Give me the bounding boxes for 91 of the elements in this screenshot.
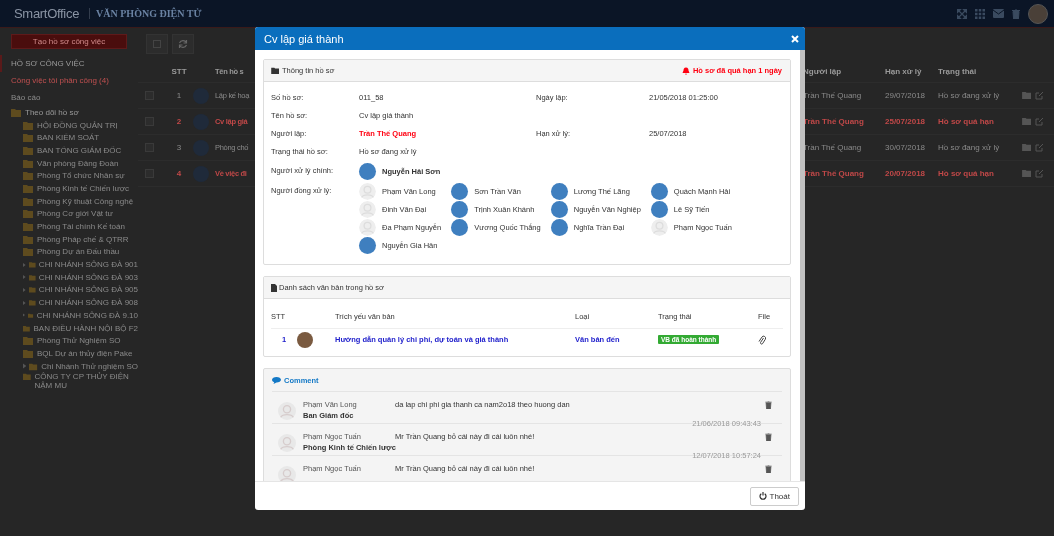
tree-item[interactable]: Văn phòng Đảng Đoàn xyxy=(0,156,138,170)
table-cell-text: 3 xyxy=(175,143,183,152)
bell-icon xyxy=(681,66,690,75)
tree-item[interactable]: Phòng Kinh tế Chiến lược xyxy=(0,182,138,195)
app-title: VĂN PHÒNG ĐIỆN TỬ xyxy=(89,8,202,19)
folder-icon xyxy=(23,234,34,244)
folder-icon xyxy=(23,336,34,346)
table-cell-text: Hồ sơ đang xử lý xyxy=(938,91,1001,100)
table-cell-text: 25/07/2018 xyxy=(885,117,927,126)
tree-item[interactable]: CHI NHÁNH SÔNG ĐÀ 903 xyxy=(0,270,138,284)
folder-icon xyxy=(23,171,34,181)
folder-icon xyxy=(271,67,280,74)
folder-icon xyxy=(23,145,34,155)
scrollbar[interactable] xyxy=(800,50,805,481)
folder-icon xyxy=(23,222,34,232)
tree-item[interactable]: Phòng Cơ giới Vật tư xyxy=(0,207,138,221)
tree-item[interactable]: BQL Dự án thủy điện Pake xyxy=(0,347,138,360)
paperclip-icon[interactable] xyxy=(758,334,766,345)
dialog-title: Cv lập giá thành xyxy=(264,32,344,45)
tree-item[interactable]: Phòng Tổ chức Nhân sự xyxy=(0,169,138,183)
folder-icon[interactable] xyxy=(1022,169,1032,177)
tree-item[interactable]: BAN ĐIỀU HÀNH NỘI BỘ F2 xyxy=(0,321,138,335)
silhouette-icon xyxy=(278,434,296,452)
folder-icon xyxy=(23,209,34,219)
table-cell-text: 4 xyxy=(175,169,183,178)
table-cell-text: Trần Thế Quang xyxy=(803,143,863,152)
folder-icon xyxy=(23,183,34,193)
grid-icon[interactable] xyxy=(975,8,985,19)
exit-button[interactable]: Thoát xyxy=(749,486,799,506)
folder-icon xyxy=(23,120,34,130)
tree-item[interactable]: Phòng Tài chính Kế toán xyxy=(0,220,138,233)
table-cell-text: 1 xyxy=(175,91,183,100)
edit-icon[interactable] xyxy=(1035,169,1044,178)
table-cell-text: Hồ sơ quá hạn xyxy=(938,169,995,178)
column-header: STT xyxy=(170,66,188,76)
sidebar-item[interactable]: Báo cáo xyxy=(0,89,138,106)
folder-icon xyxy=(11,107,22,117)
tree-item[interactable]: BAN KIỂM SOÁT xyxy=(0,131,138,145)
user-avatar[interactable] xyxy=(1028,3,1048,24)
column-header: Hạn xử lý xyxy=(885,66,923,76)
mail-icon[interactable] xyxy=(993,9,1004,18)
sidebar-item[interactable]: Công việc tôi phân công (4) xyxy=(0,72,138,89)
edit-icon[interactable] xyxy=(1035,117,1044,126)
tree-item[interactable]: Phòng Pháp chế & QTRR xyxy=(0,232,138,246)
folder-icon xyxy=(23,348,34,358)
close-icon[interactable] xyxy=(791,34,799,43)
edit-icon[interactable] xyxy=(1035,91,1044,100)
tree-item[interactable]: HỘI ĐỒNG QUẢN TRỊ xyxy=(0,118,138,132)
tree-item[interactable]: Phòng Dự án Đấu thầu xyxy=(0,245,138,259)
tree-item[interactable]: CHI NHÁNH SÔNG ĐÀ 905 xyxy=(0,283,138,297)
avatar xyxy=(359,162,376,180)
speech-bubble-icon xyxy=(272,376,281,384)
tree-item[interactable]: CÔNG TY CP THỦY ĐIỆN NẬM MU xyxy=(0,372,138,391)
create-button[interactable]: Tạo hồ sơ công việc xyxy=(11,34,127,49)
tree-item[interactable]: BAN TỔNG GIÁM ĐỐC xyxy=(0,144,138,157)
table-cell-text: 29/07/2018 xyxy=(885,91,927,100)
power-icon xyxy=(758,492,767,500)
tree-item[interactable]: Phòng Thử Nghiệm SO xyxy=(0,334,138,348)
tree-item[interactable]: Phòng Kỹ thuật Công nghệ xyxy=(0,194,138,208)
sidebar-item[interactable]: HỒ SƠ CÔNG VIỆC xyxy=(0,55,138,72)
tree-item[interactable]: CHI NHÁNH SÔNG ĐÀ 901 xyxy=(0,258,138,271)
table-cell-text: 2 xyxy=(175,117,183,126)
column-header: Trạng thái xyxy=(938,66,978,76)
folder-icon xyxy=(23,158,34,168)
table-cell-text: 30/07/2018 xyxy=(885,143,927,152)
trash-icon[interactable] xyxy=(765,401,772,409)
silhouette-icon xyxy=(278,402,296,420)
folder-icon xyxy=(23,133,34,143)
expand-icon[interactable] xyxy=(957,8,967,19)
logo: SmartOffice xyxy=(14,6,80,21)
refresh-icon xyxy=(178,39,188,49)
table-cell-text: 20/07/2018 xyxy=(885,169,927,178)
edit-icon[interactable] xyxy=(1035,143,1044,152)
folder-icon[interactable] xyxy=(1022,117,1032,125)
trash-icon[interactable] xyxy=(765,433,772,441)
folder-icon[interactable] xyxy=(1022,91,1032,99)
trash-icon[interactable] xyxy=(765,465,772,473)
folder-icon xyxy=(23,196,34,206)
table-cell-text: Hồ sơ đang xử lý xyxy=(938,143,1001,152)
tree-item[interactable]: CHI NHÁNH SÔNG ĐÀ 908 xyxy=(0,296,138,309)
table-cell-text: Trần Thế Quang xyxy=(803,91,863,100)
tree-item[interactable]: Chi Nhánh Thử nghiệm SO xyxy=(0,359,138,373)
file-icon xyxy=(271,283,277,292)
folder-icon xyxy=(23,247,34,257)
tree-item[interactable]: Theo dõi hồ sơ xyxy=(0,106,138,119)
select-button[interactable] xyxy=(146,34,168,54)
folder-icon[interactable] xyxy=(1022,143,1032,151)
tree-item[interactable]: CHI NHÁNH SÔNG ĐÀ 9.10 xyxy=(0,309,138,322)
table-cell-text: Hồ sơ quá hạn xyxy=(938,117,995,126)
refresh-button[interactable] xyxy=(172,34,194,54)
avatar xyxy=(297,331,313,348)
